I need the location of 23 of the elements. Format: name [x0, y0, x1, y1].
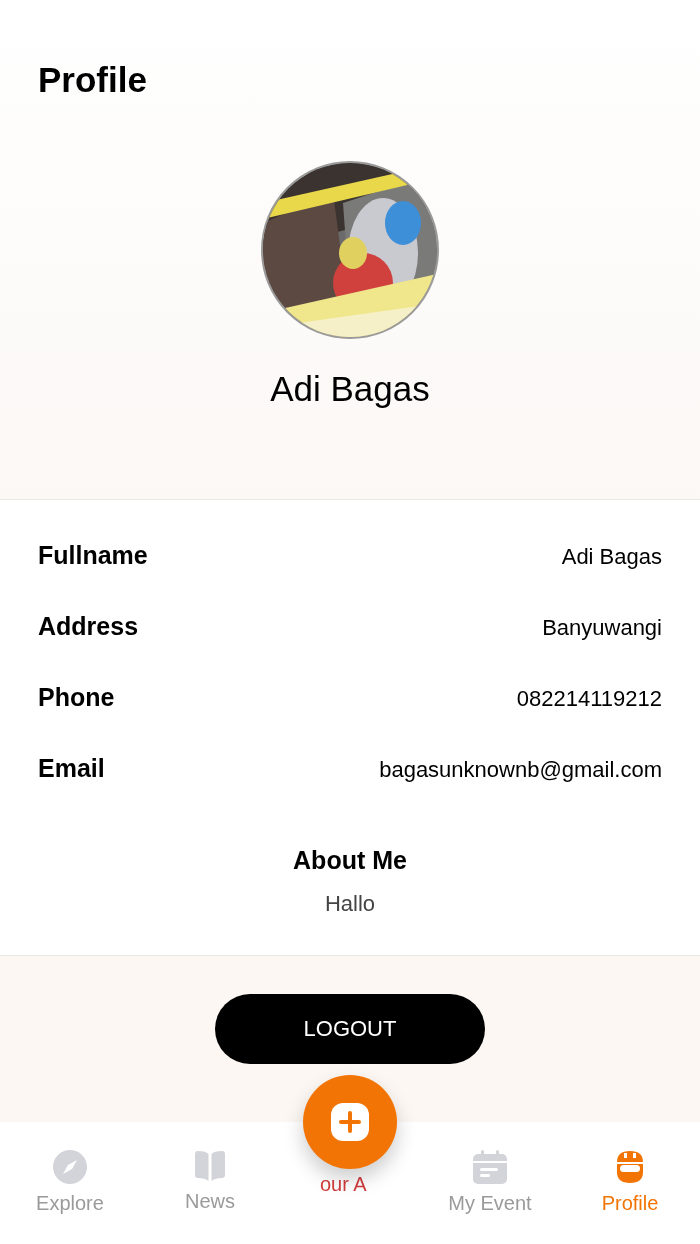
fab-label: our A — [320, 1172, 367, 1197]
nav-tab[interactable]: Profile — [560, 1122, 700, 1244]
field-value: Banyuwangi — [542, 613, 662, 642]
profile-name: Adi Bagas — [270, 368, 430, 410]
page-title: Profile — [38, 59, 147, 101]
helmet-icon — [615, 1150, 645, 1184]
calendar-icon — [473, 1150, 507, 1184]
logout-button[interactable]: LOGOUT — [215, 994, 485, 1064]
field-value: 082214119212 — [516, 684, 662, 713]
nav-tab[interactable]: My Event — [420, 1122, 560, 1244]
field-label: Email — [38, 753, 105, 785]
about-title: About Me — [293, 845, 407, 876]
book-icon — [193, 1150, 227, 1182]
nav-tab[interactable]: News — [140, 1122, 280, 1244]
field-value: Adi Bagas — [561, 542, 662, 571]
compass-icon — [53, 1150, 87, 1184]
field-value: bagasunknownb@gmail.com — [379, 755, 662, 784]
nav-tab[interactable]: Explore — [0, 1122, 140, 1244]
about-text: Hallo — [324, 890, 376, 918]
field-label: Phone — [38, 682, 115, 714]
plus-icon — [330, 1102, 370, 1142]
field-label: Address — [38, 611, 139, 643]
field-label: Fullname — [38, 540, 148, 572]
